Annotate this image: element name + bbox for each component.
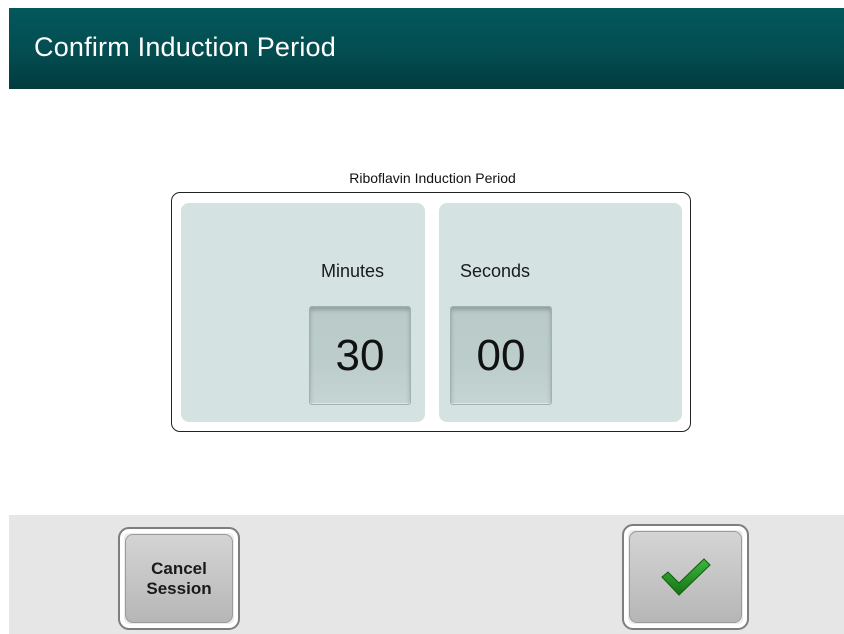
confirm-button[interactable] (622, 524, 749, 630)
confirm-button-face (629, 531, 742, 623)
page-title: Confirm Induction Period (34, 32, 336, 62)
seconds-value-field[interactable]: 00 (450, 306, 552, 405)
seconds-panel: Seconds 00 (439, 203, 682, 422)
confirm-induction-screen: Confirm Induction Period Riboflavin Indu… (0, 0, 844, 634)
cancel-session-button[interactable]: Cancel Session (118, 527, 240, 630)
minutes-value-field[interactable]: 30 (309, 306, 411, 405)
seconds-label: Seconds (460, 261, 531, 281)
cancel-session-button-face: Cancel Session (125, 534, 233, 623)
induction-period-label: Riboflavin Induction Period (349, 170, 516, 186)
title-bar: Confirm Induction Period (9, 8, 844, 89)
cancel-session-label: Cancel Session (146, 558, 212, 598)
induction-period-group: Minutes 30 Seconds 00 (171, 192, 691, 432)
check-icon (660, 558, 711, 596)
minutes-panel: Minutes 30 (181, 203, 425, 422)
minutes-label: Minutes (321, 261, 385, 281)
